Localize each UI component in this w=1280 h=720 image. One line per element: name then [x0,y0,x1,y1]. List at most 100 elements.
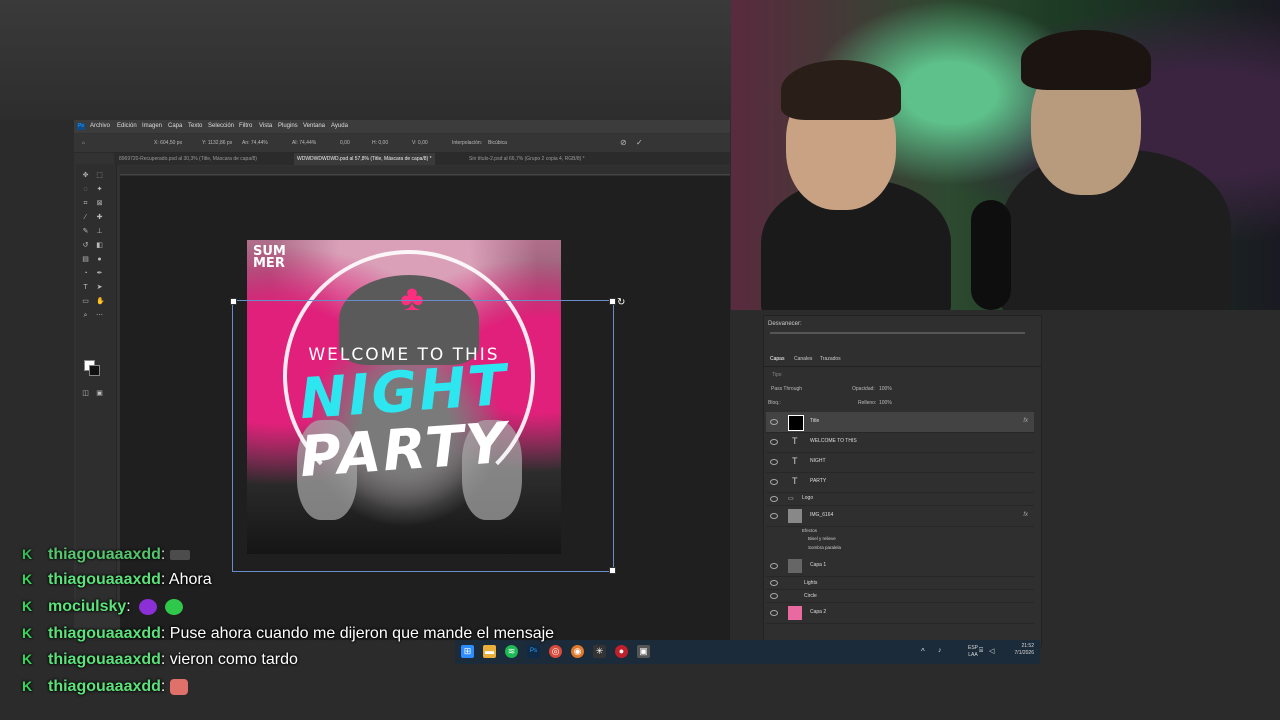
move-tool-icon[interactable]: ✥ [82,172,89,179]
angle-field[interactable]: 0,00 [340,134,350,152]
history-brush-icon[interactable]: ↺ [82,242,89,249]
webcam-feed [731,0,1280,310]
menu-ayuda[interactable]: Ayuda [331,120,348,133]
path-select-icon[interactable]: ➤ [96,284,103,291]
crop-tool-icon[interactable]: ⌗ [82,200,89,207]
menu-texto[interactable]: Texto [188,120,202,133]
layer-row[interactable]: T NIGHT [766,452,1034,473]
eraser-icon[interactable]: ◧ [96,242,103,249]
height-field[interactable]: Al: 74,44% [292,134,316,152]
tab-trazados[interactable]: Trazados [820,356,841,362]
visibility-eye-icon[interactable] [770,439,778,445]
more-tools-icon[interactable]: ⋯ [96,312,103,319]
transform-handle-tl[interactable] [230,298,237,305]
menu-vista[interactable]: Vista [259,120,272,133]
cancel-transform-icon[interactable]: ⊘ [620,134,627,152]
visibility-eye-icon[interactable] [770,419,778,425]
document-tabs: 8969720-Recuperado.psd al 30,3% (Title, … [114,153,730,165]
pen-icon[interactable]: ✒ [96,270,103,277]
hand-tool-icon[interactable]: ✋ [96,298,105,305]
effect-bevel[interactable]: Bisel y relieve [808,536,836,541]
interpolation-label: Interpolación: [452,140,483,146]
interpolation-select[interactable]: Bicúbica [488,134,507,152]
emote-icon [169,549,190,560]
tab-capas[interactable]: Capas [770,356,784,362]
layer-row[interactable]: Lights [766,577,1034,590]
chat-message: Kthiagouaaaxdd: [22,674,188,698]
language-indicator[interactable]: ESP LAA [968,645,978,659]
opacity-value[interactable]: 100% [879,386,892,392]
menu-imagen[interactable]: Imagen [142,120,162,133]
photoshop-logo-icon: Ps [77,123,85,130]
blur-icon[interactable]: ● [96,256,103,263]
menu-plugins[interactable]: Plugins [278,120,298,133]
kick-icon: K [22,651,33,667]
transform-bounding-box[interactable] [230,298,616,574]
layer-row[interactable]: T PARTY [766,472,1034,493]
chat-username: thiagouaaaxdd [48,546,161,563]
layer-row[interactable]: Circle [766,590,1034,603]
mic-tray-icon[interactable]: ♪ [938,647,942,654]
transform-handle-tr[interactable] [609,298,616,305]
layer-row[interactable]: T WELCOME TO THIS [766,432,1034,453]
y-field[interactable]: Y: 1132,86 px [202,134,232,152]
fx-icon[interactable]: fx [1023,512,1028,518]
layer-row[interactable]: Capa 2 [766,603,1034,624]
layer-row[interactable]: IMG_6164 fx [766,506,1034,527]
width-field[interactable]: An: 74,44% [242,134,268,152]
tab-document-2[interactable]: WDWDWDWDWD.psd al 57,8% (Title, Máscara … [294,153,435,165]
type-tool-icon[interactable]: T [82,284,89,291]
tab-canales[interactable]: Canales [794,356,812,362]
kick-icon: K [22,546,33,562]
volume-icon[interactable]: ◁ [989,647,994,655]
layer-row[interactable]: Capa 1 [766,556,1034,577]
menu-filtro[interactable]: Filtro [239,120,252,133]
fade-slider[interactable] [770,332,1025,334]
menu-edicion[interactable]: Edición [117,120,137,133]
layer-filter-input[interactable]: Tipo [772,372,782,378]
network-icon[interactable]: ⌸ [979,647,983,655]
layer-row[interactable]: ▭ Logo [766,492,1034,506]
brush-icon[interactable]: ✎ [82,228,89,235]
shape-tool-icon[interactable]: ▭ [82,298,89,305]
menu-capa[interactable]: Capa [168,120,182,133]
tab-document-3[interactable]: Sin título-2.psd al 66,7% (Grupo 2 copia… [466,153,588,165]
lasso-tool-icon[interactable]: ◌ [82,186,89,193]
kick-icon: K [22,625,33,641]
fill-value[interactable]: 100% [879,400,892,406]
effects-label: Efectos [802,528,818,533]
eyedropper-icon[interactable]: ⁄ [82,214,89,221]
tab-document-1[interactable]: 8969720-Recuperado.psd al 30,3% (Title, … [116,153,260,165]
visibility-eye-icon[interactable] [770,459,778,465]
menu-ventana[interactable]: Ventana [303,120,325,133]
vskew-field[interactable]: V: 0,00 [412,134,428,152]
menu-seleccion[interactable]: Selección [208,120,234,133]
gradient-icon[interactable]: ▤ [82,256,89,263]
hskew-field[interactable]: H: 0,00 [372,134,388,152]
screen-mode-icon[interactable]: ▣ [96,390,103,397]
blend-mode-select[interactable]: Pass Through [771,386,802,392]
x-field[interactable]: X: 604,50 px [154,134,182,152]
stamp-icon[interactable]: ⊥ [96,228,103,235]
visibility-eye-icon[interactable] [770,513,778,519]
home-icon[interactable]: ⌂ [82,134,85,152]
healing-icon[interactable]: ✚ [96,214,103,221]
dodge-icon[interactable]: ◔ [82,270,89,277]
layer-name: Logo [802,495,814,501]
background-color-swatch[interactable] [89,365,100,376]
commit-transform-icon[interactable]: ✓ [636,134,643,152]
zoom-tool-icon[interactable]: ⌕ [82,312,89,319]
clock[interactable]: 21:52 7/1/2026 [1015,643,1034,657]
fx-icon[interactable]: fx [1023,418,1028,424]
menu-archivo[interactable]: Archivo [90,120,110,133]
effect-drop-shadow[interactable]: Sombra paralela [808,545,841,550]
layer-row[interactable]: Title fx [766,412,1034,433]
visibility-eye-icon[interactable] [770,496,778,502]
marquee-tool-icon[interactable]: ⬚ [96,172,103,179]
visibility-eye-icon[interactable] [770,479,778,485]
tray-chevron-icon[interactable]: ^ [921,647,925,656]
quick-select-icon[interactable]: ✦ [96,186,103,193]
quick-mask-icon[interactable]: ◫ [82,390,89,397]
frame-tool-icon[interactable]: ⊠ [96,200,103,207]
chat-message: Kthiagouaaaxdd: [22,542,190,566]
